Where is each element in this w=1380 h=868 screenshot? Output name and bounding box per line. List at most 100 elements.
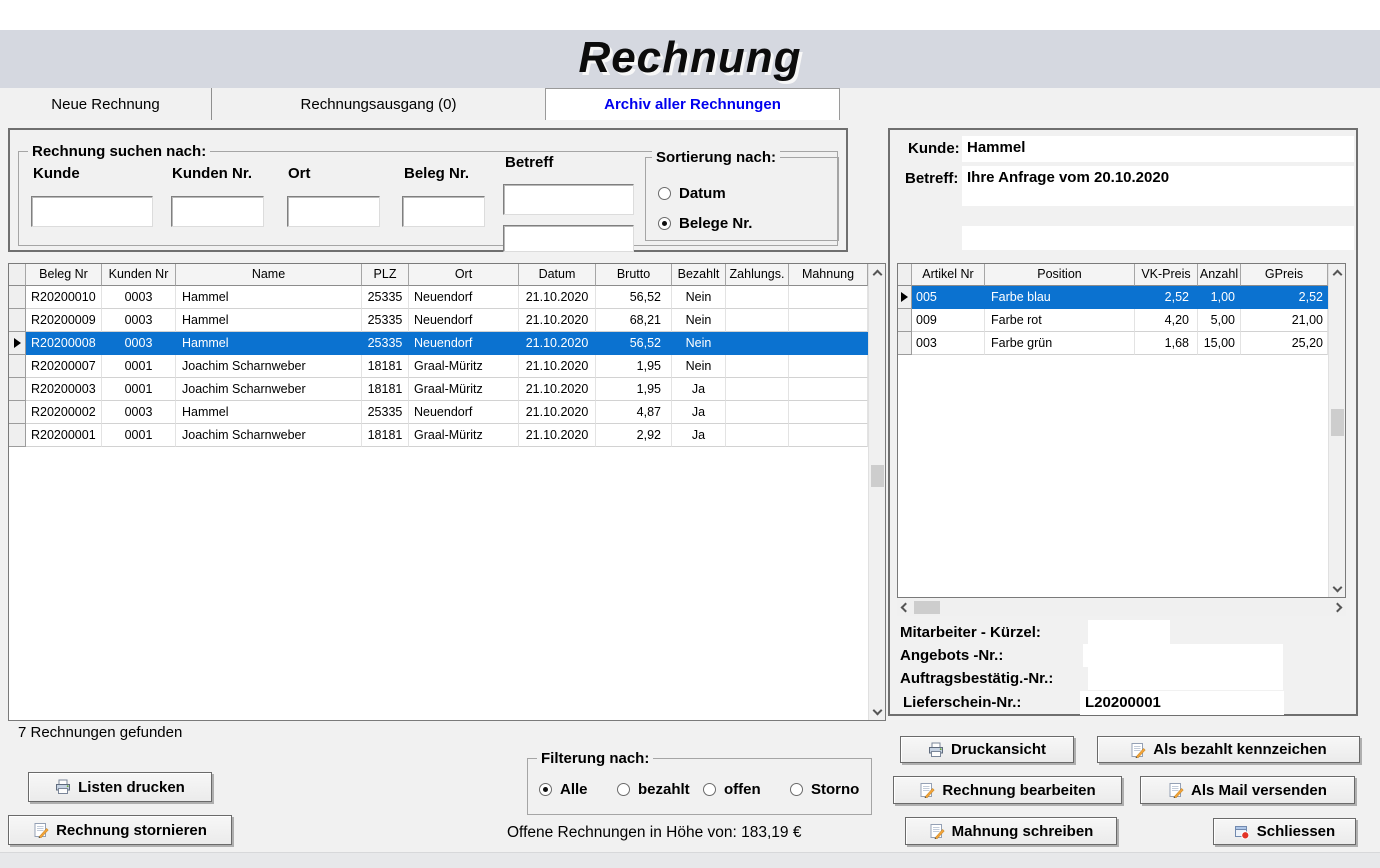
table-cell: R20200002 (26, 401, 102, 424)
ort-label: Ort (288, 165, 311, 182)
table-cell: 68,21 (596, 309, 672, 332)
mitarbeiter-kuerzel-field[interactable] (1088, 620, 1170, 644)
table-cell: 4,20 (1135, 309, 1198, 332)
open-total-text: Offene Rechnungen in Höhe von: 183,19 € (507, 824, 801, 842)
scroll-up-icon[interactable] (1329, 266, 1346, 282)
radio-datum-icon[interactable] (658, 187, 671, 200)
kunden-nr-input[interactable] (171, 196, 264, 227)
column-header[interactable]: PLZ (362, 264, 409, 286)
row-indicator-cell (9, 286, 26, 309)
table-cell (726, 309, 789, 332)
schliessen-label: Schliessen (1257, 823, 1335, 840)
radio-storno-icon[interactable] (790, 783, 803, 796)
radio-alle-icon[interactable] (539, 783, 552, 796)
row-indicator-icon (901, 292, 908, 302)
detail-extra-field[interactable] (962, 226, 1354, 250)
scroll-down-icon[interactable] (869, 702, 886, 718)
schliessen-button[interactable]: Schliessen (1213, 818, 1356, 845)
tab-bar: Neue Rechnung Rechnungsausgang (0) Archi… (0, 88, 840, 120)
table-cell (789, 378, 868, 401)
kunde-input[interactable] (31, 196, 153, 227)
column-header[interactable]: Artikel Nr (912, 264, 985, 286)
column-header[interactable]: Name (176, 264, 362, 286)
angebots-nr-field[interactable] (1083, 644, 1283, 667)
table-cell: 25335 (362, 286, 409, 309)
column-header[interactable]: Datum (519, 264, 596, 286)
column-header[interactable]: GPreis (1241, 264, 1328, 286)
betreff-input-2[interactable] (503, 225, 634, 252)
table-cell: 4,87 (596, 401, 672, 424)
column-header[interactable]: Brutto (596, 264, 672, 286)
table-cell: Neuendorf (409, 309, 519, 332)
betreff-input[interactable] (503, 184, 634, 215)
table-cell: Nein (672, 309, 726, 332)
sort-option-belege-nr[interactable]: Belege Nr. (658, 215, 752, 232)
vscroll-thumb[interactable] (871, 465, 884, 487)
auftragsbestaetig-nr-field[interactable] (1088, 667, 1283, 690)
detail-kunde-field[interactable]: Hammel (962, 136, 1354, 162)
table-row[interactable]: R202000080003Hammel25335Neuendorf21.10.2… (9, 332, 885, 355)
column-header[interactable]: Ort (409, 264, 519, 286)
filter-option-offen[interactable]: offen (703, 781, 761, 798)
column-header[interactable]: Beleg Nr (26, 264, 102, 286)
column-header[interactable]: Bezahlt (672, 264, 726, 286)
tab-neue-rechnung[interactable]: Neue Rechnung (0, 88, 212, 120)
table-cell: 2,52 (1135, 286, 1198, 309)
radio-offen-icon[interactable] (703, 783, 716, 796)
column-header[interactable]: Zahlungs. (726, 264, 789, 286)
table-row[interactable]: R202000030001Joachim Scharnweber18181Gra… (9, 378, 885, 401)
scroll-right-icon[interactable] (1329, 599, 1346, 616)
radio-bezahlt-icon[interactable] (617, 783, 630, 796)
filter-option-alle[interactable]: Alle (539, 781, 588, 798)
table-row[interactable]: R202000090003Hammel25335Neuendorf21.10.2… (9, 309, 885, 332)
table-row[interactable]: R202000100003Hammel25335Neuendorf21.10.2… (9, 286, 885, 309)
filter-option-bezahlt[interactable]: bezahlt (617, 781, 690, 798)
table-row[interactable]: R202000010001Joachim Scharnweber18181Gra… (9, 424, 885, 447)
vscroll-thumb[interactable] (1331, 409, 1344, 436)
lieferschein-nr-label: Lieferschein-Nr.: (903, 694, 1021, 711)
top-whitespace (0, 0, 1380, 30)
position-table-hscrollbar[interactable] (897, 599, 1346, 616)
als-bezahlt-kennzeichen-button[interactable]: Als bezahlt kennzeichen (1097, 736, 1360, 763)
position-table-vscrollbar[interactable] (1328, 264, 1345, 597)
table-cell: Farbe grün (985, 332, 1135, 355)
beleg-nr-input[interactable] (402, 196, 485, 227)
table-row[interactable]: R202000070001Joachim Scharnweber18181Gra… (9, 355, 885, 378)
ort-input[interactable] (287, 196, 380, 227)
column-header[interactable]: Position (985, 264, 1135, 286)
mahnung-schreiben-button[interactable]: Mahnung schreiben (905, 817, 1117, 845)
radio-belege-nr-icon[interactable] (658, 217, 671, 230)
row-indicator-cell (898, 286, 912, 309)
als-mail-versenden-button[interactable]: Als Mail versenden (1140, 776, 1355, 804)
tab-archiv-aller-rechnungen[interactable]: Archiv aller Rechnungen (545, 88, 840, 120)
druckansicht-button[interactable]: Druckansicht (900, 736, 1074, 763)
scroll-down-icon[interactable] (1329, 579, 1346, 595)
row-indicator-cell (9, 378, 26, 401)
column-header[interactable]: VK-Preis (1135, 264, 1198, 286)
tab-rechnungsausgang[interactable]: Rechnungsausgang (0) (212, 88, 545, 120)
table-row[interactable]: R202000020003Hammel25335Neuendorf21.10.2… (9, 401, 885, 424)
column-header[interactable]: Anzahl (1198, 264, 1241, 286)
table-row[interactable]: 003Farbe grün1,6815,0025,20 (898, 332, 1345, 355)
scroll-up-icon[interactable] (869, 266, 886, 282)
table-row[interactable]: 009Farbe rot4,205,0021,00 (898, 309, 1345, 332)
table-row[interactable]: 005Farbe blau2,521,002,52 (898, 286, 1345, 309)
table-cell: Ja (672, 378, 726, 401)
scroll-left-icon[interactable] (897, 599, 914, 616)
rechnung-stornieren-button[interactable]: Rechnung stornieren (8, 815, 232, 845)
column-header[interactable]: Mahnung (789, 264, 868, 286)
angebots-nr-label: Angebots -Nr.: (900, 647, 1003, 664)
lieferschein-nr-field[interactable]: L20200001 (1080, 691, 1284, 715)
table-cell: 56,52 (596, 286, 672, 309)
sort-option-datum[interactable]: Datum (658, 185, 726, 202)
detail-betreff-field[interactable]: Ihre Anfrage vom 20.10.2020 (962, 166, 1354, 206)
listen-drucken-button[interactable]: Listen drucken (28, 772, 212, 802)
detail-betreff-label: Betreff: (905, 170, 958, 187)
column-header[interactable]: Kunden Nr (102, 264, 176, 286)
rechnung-bearbeiten-button[interactable]: Rechnung bearbeiten (893, 776, 1122, 804)
table-cell: 1,95 (596, 355, 672, 378)
table-cell (789, 424, 868, 447)
hscroll-thumb[interactable] (914, 601, 940, 614)
filter-option-storno[interactable]: Storno (790, 781, 859, 798)
invoice-table-vscrollbar[interactable] (868, 264, 885, 720)
